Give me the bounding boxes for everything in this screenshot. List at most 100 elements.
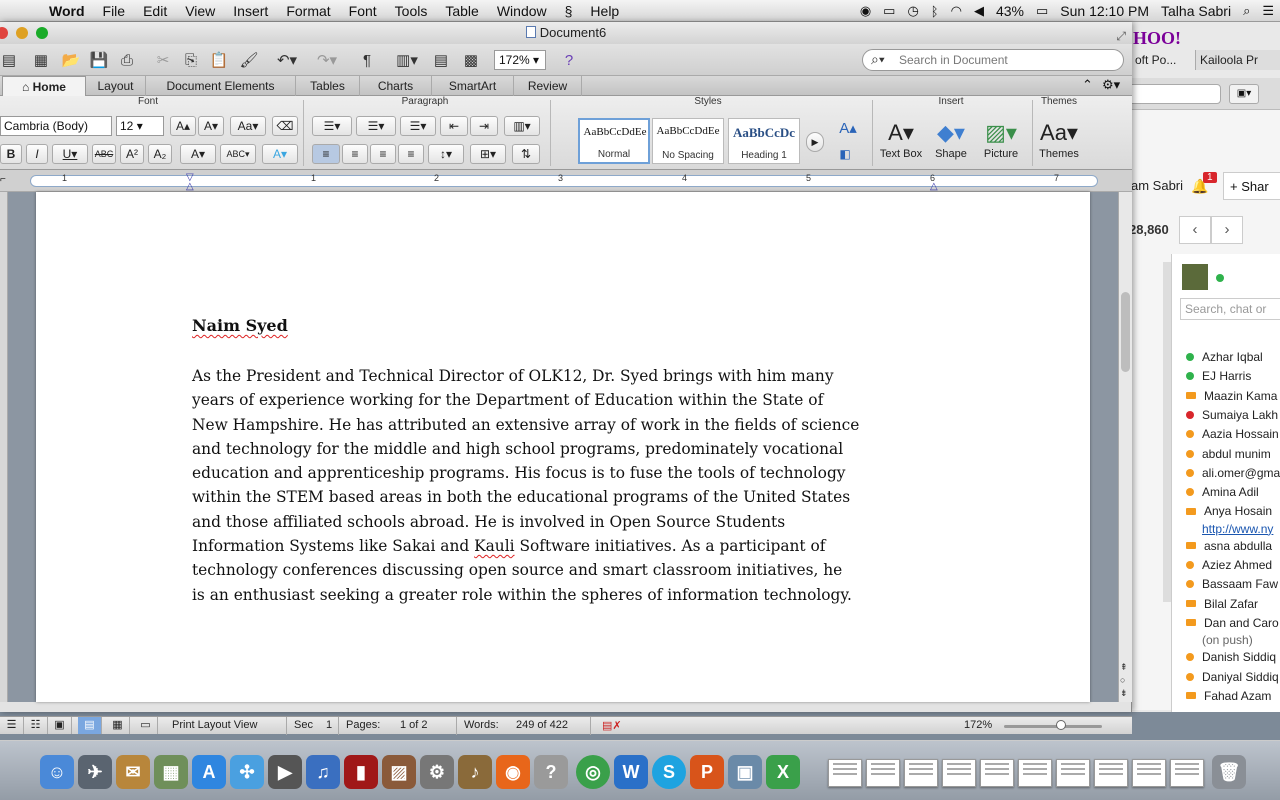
bullets-button[interactable]: ☰▾ [312,116,352,136]
notebook-view-button[interactable]: ▦ [106,717,130,734]
contact-item[interactable]: Dan and Caro [1186,616,1279,630]
document-heading[interactable]: Naim Syed [192,316,288,335]
minimized-window[interactable] [942,759,976,787]
vertical-scrollbar[interactable]: ⇞ ○ ⇟ [1118,192,1132,702]
app-icon[interactable]: ▦ [154,755,188,789]
contact-item[interactable]: ali.omer@gma [1186,466,1280,480]
close-button[interactable] [0,27,8,39]
profile-name[interactable]: am Sabri [1131,178,1183,193]
menu-window[interactable]: Window [488,3,556,19]
words-value[interactable]: 249 of 422 [516,719,568,731]
save-icon[interactable]: 💾 [88,50,110,70]
columns-button[interactable]: ▥▾ [504,116,540,136]
contact-item[interactable]: Aazia Hossain [1186,427,1279,441]
contact-item[interactable]: Bilal Zafar [1186,597,1258,611]
firefox-icon[interactable]: ◉ [496,755,530,789]
draft-view-button[interactable]: ☰ [0,717,24,734]
extension-button[interactable]: ▣▾ [1229,84,1259,104]
view-icon[interactable]: ▥▾ [390,50,424,70]
styles-pane-icon[interactable]: A▴ [834,118,862,138]
minimized-window[interactable] [1132,759,1166,787]
word-icon[interactable]: W [614,755,648,789]
help-icon[interactable]: ? [558,50,580,70]
sort-button[interactable]: ⇅ [512,144,540,164]
publishing-view-button[interactable]: ▣ [48,717,72,734]
contact-item[interactable]: Aziez Ahmed [1186,558,1272,572]
zoom-slider[interactable] [1004,725,1102,728]
browser-tab[interactable]: oft Po... [1131,50,1191,70]
minimized-window[interactable] [1018,759,1052,787]
app-store-icon[interactable]: A [192,755,226,789]
superscript-button[interactable]: A² [120,144,144,164]
menu-app-name[interactable]: Word [40,3,94,19]
contact-item[interactable]: asna abdulla [1186,539,1272,553]
minimized-window[interactable] [1094,759,1128,787]
italic-button[interactable]: I [26,144,48,164]
align-left-button[interactable]: ≡ [312,144,340,164]
manage-styles-icon[interactable]: ◧ [834,144,856,164]
time-machine-icon[interactable]: ◷ [901,3,924,19]
pages-value[interactable]: 1 of 2 [400,719,428,731]
increase-indent-button[interactable]: ⇥ [470,116,498,136]
chevron-right-icon[interactable]: › [1211,216,1243,244]
search-document-input[interactable]: ⌕▾ Search in Document [862,49,1124,71]
next-page-icon[interactable]: ⇟ [1120,688,1128,699]
menu-help[interactable]: Help [581,3,628,19]
open-icon[interactable]: 📂 [60,50,82,70]
skype-icon[interactable]: S [652,755,686,789]
tab-layout[interactable]: Layout [86,76,146,96]
menu-file[interactable]: File [94,3,135,19]
pilcrow-icon[interactable]: ¶ [356,50,378,70]
document-page[interactable]: Naim Syed As the President and Technical… [36,192,1090,702]
misspelled-word[interactable]: Kauli [474,537,514,555]
contact-item[interactable]: Sumaiya Lakh [1186,408,1278,422]
document-body[interactable]: As the President and Technical Director … [192,364,962,607]
menu-edit[interactable]: Edit [134,3,176,19]
chevron-left-icon[interactable]: ‹ [1179,216,1211,244]
contact-item[interactable]: Amina Adil [1186,485,1259,499]
collapse-ribbon-icon[interactable]: ⌃ [1082,77,1093,93]
launchpad-icon[interactable]: ✈ [78,755,112,789]
subscript-button[interactable]: A₂ [148,144,172,164]
align-center-button[interactable]: ≡ [342,144,368,164]
preview-icon[interactable]: ▣ [728,755,762,789]
templates-icon[interactable]: ▦ [30,50,52,70]
print-layout-view-button[interactable]: ▤ [78,717,102,734]
contact-item[interactable]: abdul munim [1186,447,1271,461]
address-bar[interactable] [1131,84,1221,104]
minimized-window[interactable] [1056,759,1090,787]
safari-icon[interactable]: ✣ [230,755,264,789]
decrease-indent-button[interactable]: ⇤ [440,116,468,136]
chrome-icon[interactable]: ◎ [576,755,610,789]
menu-user[interactable]: Talha Sabri [1155,3,1237,19]
previous-page-icon[interactable]: ⇞ [1120,662,1128,673]
shrink-font-button[interactable]: A▾ [198,116,224,136]
status-icon[interactable]: ◉ [854,3,877,19]
menu-clock[interactable]: Sun 12:10 PM [1054,3,1155,19]
facetime-icon[interactable]: ▶ [268,755,302,789]
scroll-thumb[interactable] [1121,292,1130,372]
text-box-button[interactable]: A▾ Text Box [876,118,926,168]
share-button[interactable]: + Shar [1223,172,1280,200]
justify-button[interactable]: ≡ [398,144,424,164]
numbering-button[interactable]: ☰▾ [356,116,396,136]
tab-tables[interactable]: Tables [296,76,360,96]
zoom-field[interactable]: 172% ▾ [494,50,546,70]
menu-table[interactable]: Table [436,3,487,19]
battery-percent[interactable]: 43% [990,3,1030,19]
script-menu-icon[interactable]: § [556,3,582,19]
tab-selector-icon[interactable]: ⌐ [0,174,6,185]
minimized-window[interactable] [1170,759,1204,787]
avatar[interactable] [1182,264,1208,290]
outline-view-button[interactable]: ☷ [24,717,48,734]
new-document-icon[interactable]: ▤ [0,50,18,70]
contact-item[interactable]: Azhar Iqbal [1186,350,1263,364]
font-size-select[interactable]: 12 ▾ [116,116,164,136]
browser-tab[interactable]: Kailoola Pr [1195,50,1280,70]
contact-item[interactable]: Fahad Azam [1186,689,1271,703]
tab-home[interactable]: ⌂ Home [2,76,86,96]
excel-icon[interactable]: X [766,755,800,789]
battery-icon[interactable]: ▭ [1030,3,1054,19]
trash-icon[interactable]: 🗑 [1212,755,1246,789]
line-spacing-button[interactable]: ↕▾ [428,144,464,164]
